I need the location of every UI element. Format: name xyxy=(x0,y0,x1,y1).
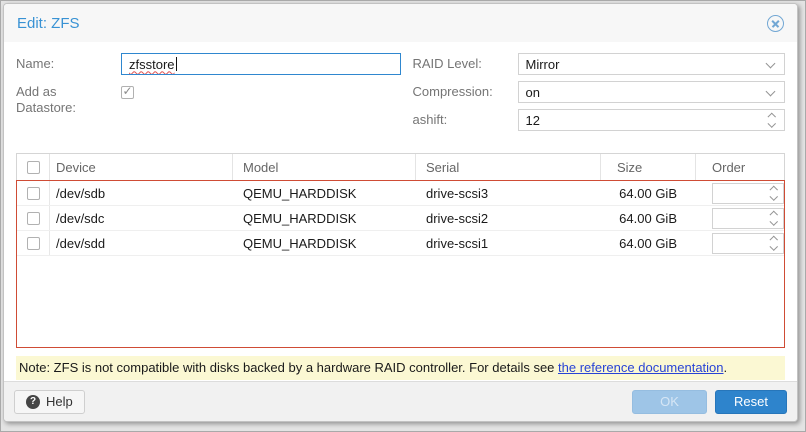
text-caret xyxy=(176,57,177,71)
model-cell: QEMU_HARDDISK xyxy=(233,206,416,230)
zfs-form: Name: zfsstore Add as Datastore: ✓ xyxy=(16,53,785,137)
order-spinner[interactable] xyxy=(712,183,784,204)
disk-table-header: Device Model Serial Size Order xyxy=(16,153,785,180)
model-cell: QEMU_HARDDISK xyxy=(233,231,416,255)
row-checkbox[interactable] xyxy=(27,187,40,200)
spinner-down-icon[interactable] xyxy=(769,242,777,250)
serial-cell: drive-scsi2 xyxy=(416,206,601,230)
order-spinner[interactable] xyxy=(712,233,784,254)
size-cell: 64.00 GiB xyxy=(601,206,696,230)
add-as-datastore-checkbox[interactable]: ✓ xyxy=(121,86,134,99)
select-all-checkbox[interactable] xyxy=(27,161,40,174)
spinner-down-icon[interactable] xyxy=(769,217,777,225)
compression-value: on xyxy=(526,85,540,100)
row-checkbox[interactable] xyxy=(27,212,40,225)
device-cell: /dev/sdd xyxy=(50,231,233,255)
device-cell: /dev/sdc xyxy=(50,206,233,230)
order-spinner[interactable] xyxy=(712,208,784,229)
ashift-label: ashift: xyxy=(413,109,518,131)
column-header-order[interactable]: Order xyxy=(696,154,784,180)
note-text-suffix: . xyxy=(724,360,728,375)
ashift-value: 12 xyxy=(526,113,540,128)
reset-button[interactable]: Reset xyxy=(715,390,787,414)
column-header-size[interactable]: Size xyxy=(601,154,696,180)
screenshot-frame: Edit: ZFS Name: zfsstore Add as Datastor… xyxy=(0,0,806,432)
dialog-body: Name: zfsstore Add as Datastore: ✓ xyxy=(4,42,797,381)
table-row[interactable]: /dev/sdb QEMU_HARDDISK drive-scsi3 64.00… xyxy=(17,181,784,206)
note-banner: Note: ZFS is not compatible with disks b… xyxy=(16,356,785,380)
dialog-footer: ? Help OK Reset xyxy=(4,381,797,421)
chevron-down-icon[interactable] xyxy=(767,60,777,67)
question-icon: ? xyxy=(26,395,40,409)
raid-level-value: Mirror xyxy=(526,57,560,72)
spinner-down-icon[interactable] xyxy=(769,192,777,200)
help-button-label: Help xyxy=(46,394,73,409)
add-as-datastore-label: Add as Datastore: xyxy=(16,81,121,116)
spinner-down-icon[interactable] xyxy=(767,119,775,127)
table-row[interactable]: /dev/sdc QEMU_HARDDISK drive-scsi2 64.00… xyxy=(17,206,784,231)
column-header-model[interactable]: Model xyxy=(233,154,416,180)
ok-button[interactable]: OK xyxy=(632,390,707,414)
form-right-column: RAID Level: Mirror Compression: on xyxy=(401,53,786,137)
device-cell: /dev/sdb xyxy=(50,181,233,205)
chevron-down-icon[interactable] xyxy=(767,88,777,95)
serial-cell: drive-scsi1 xyxy=(416,231,601,255)
size-cell: 64.00 GiB xyxy=(601,181,696,205)
name-input-value: zfsstore xyxy=(129,57,175,72)
dialog-title: Edit: ZFS xyxy=(17,15,80,32)
note-text: Note: ZFS is not compatible with disks b… xyxy=(19,360,558,375)
serial-cell: drive-scsi3 xyxy=(416,181,601,205)
disk-table: Device Model Serial Size Order /dev/sdb … xyxy=(16,153,785,348)
compression-label: Compression: xyxy=(413,81,518,103)
model-cell: QEMU_HARDDISK xyxy=(233,181,416,205)
dialog-titlebar: Edit: ZFS xyxy=(4,4,797,42)
size-cell: 64.00 GiB xyxy=(601,231,696,255)
name-input[interactable]: zfsstore xyxy=(121,53,401,75)
disk-table-body: /dev/sdb QEMU_HARDDISK drive-scsi3 64.00… xyxy=(16,180,785,348)
help-button[interactable]: ? Help xyxy=(14,390,85,414)
compression-select[interactable]: on xyxy=(518,81,786,103)
check-icon: ✓ xyxy=(122,85,132,97)
row-checkbox[interactable] xyxy=(27,237,40,250)
table-row[interactable]: /dev/sdd QEMU_HARDDISK drive-scsi1 64.00… xyxy=(17,231,784,256)
edit-zfs-dialog: Edit: ZFS Name: zfsstore Add as Datastor… xyxy=(3,3,798,422)
reference-documentation-link[interactable]: the reference documentation xyxy=(558,360,724,375)
ashift-spinner[interactable]: 12 xyxy=(518,109,786,131)
form-left-column: Name: zfsstore Add as Datastore: ✓ xyxy=(16,53,401,137)
raid-level-select[interactable]: Mirror xyxy=(518,53,786,75)
name-label: Name: xyxy=(16,53,121,75)
raid-level-label: RAID Level: xyxy=(413,53,518,75)
column-header-device[interactable]: Device xyxy=(50,154,233,180)
close-icon[interactable] xyxy=(767,15,784,32)
column-header-serial[interactable]: Serial xyxy=(416,154,601,180)
